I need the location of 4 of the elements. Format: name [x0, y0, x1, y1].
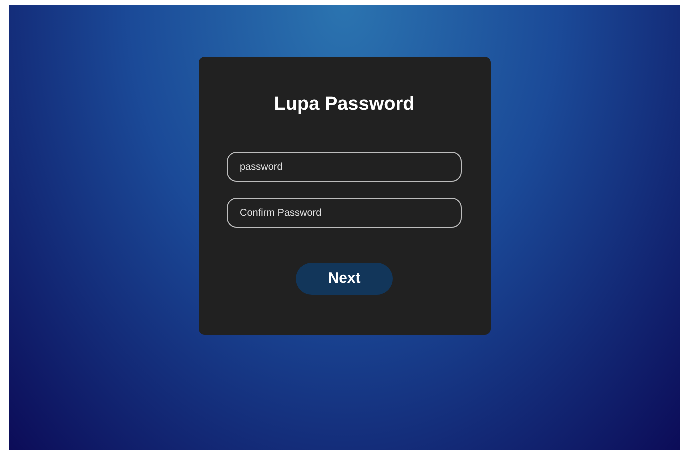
password-field[interactable]: Confirm Password: [227, 198, 462, 228]
next-button[interactable]: Next: [296, 263, 393, 295]
form-title: Lupa Password: [274, 93, 415, 117]
password-field[interactable]: password: [227, 152, 462, 182]
